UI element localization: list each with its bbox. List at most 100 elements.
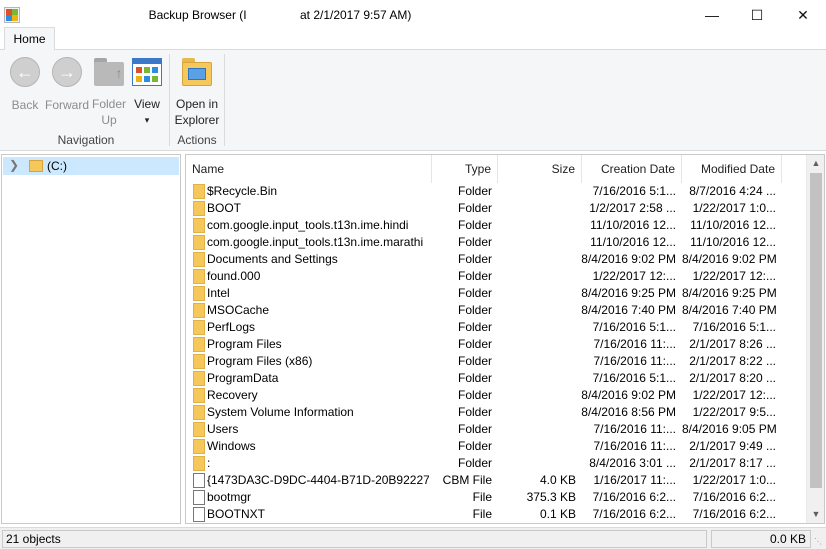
row-name: System Volume Information [207,405,354,419]
column-header-type[interactable]: Type [432,155,498,183]
row-creation-date: 7/16/2016 11:... [593,439,676,453]
row-name: BOOT [207,201,242,215]
folder-icon [193,439,205,454]
row-modified-date: 2/1/2017 8:22 ... [689,354,776,368]
row-creation-date: 1/16/2017 11:... [593,473,676,487]
folder-icon [193,371,205,386]
table-row[interactable]: Program Files (x86) Folder 7/16/2016 11:..… [186,353,806,370]
row-size [498,353,576,370]
folder-up-label-1: Folder [91,97,126,111]
row-modified-date: 1/22/2017 12:... [692,269,776,283]
folder-icon [193,269,205,284]
row-modified-date: 2/1/2017 8:17 ... [689,456,776,470]
column-header-name[interactable]: Name [186,155,432,183]
folder-icon [193,286,205,301]
row-size [498,217,576,234]
tab-home[interactable]: Home [4,27,55,51]
folder-icon [193,303,205,318]
scroll-thumb[interactable] [810,173,822,488]
row-name: PerfLogs [207,320,256,334]
group-separator [224,54,225,146]
row-name: $Recycle.Bin [207,184,278,198]
table-row[interactable]: Windows Folder 7/16/2016 11:... 2/1/2017 9:… [186,438,806,455]
folder-icon [193,320,205,335]
file-rows: $Recycle.Bin Folder 7/16/2016 5:1... 8/7/20… [186,183,806,523]
table-row[interactable]: bootmgr File 375.3 KB 7/16/2016 6:2... 7/16/… [186,489,806,506]
row-name: ProgramData [207,371,279,385]
row-name: Documents and Settings [207,252,338,266]
table-row[interactable]: PerfLogs Folder 7/16/2016 5:1... 7/16/2016 … [186,319,806,336]
column-header-size[interactable]: Size [498,155,582,183]
tree-item-c-drive[interactable]: ❯ (C:) [3,157,179,175]
row-modified-date: 11/10/2016 12... [690,235,776,249]
row-size [498,319,576,336]
column-header-creation-date[interactable]: Creation Date [582,155,682,183]
tree-item-label: (C:) [47,159,67,173]
table-row[interactable]: : Folder 8/4/2016 3:01 ... 2/1/2017 8:17 ..… [186,455,806,472]
row-size [498,455,576,472]
row-type: Folder [457,252,492,266]
row-creation-date: 1/22/2017 12:... [592,269,676,283]
row-size [498,285,576,302]
table-row[interactable]: com.google.input_tools.t13n.ime.hindi Fol… [186,217,806,234]
row-creation-date: 7/16/2016 11:... [593,422,676,436]
chevron-right-icon[interactable]: ❯ [9,158,19,172]
ribbon: ← Back → Forward ↑ Folder Up View ▾ Open… [0,50,826,151]
row-modified-date: 7/16/2016 6:2... [692,490,776,504]
table-row[interactable]: System Volume Information Folder 8/4/2016 … [186,404,806,421]
row-modified-date: 7/16/2016 5:1... [692,320,776,334]
row-type: Folder [457,320,492,334]
table-row[interactable]: found.000 Folder 1/22/2017 12:... 1/22/2017… [186,268,806,285]
table-row[interactable]: Intel Folder 8/4/2016 9:25 PM 8/4/2016 9:25… [186,285,806,302]
row-modified-date: 2/1/2017 9:49 ... [689,439,776,453]
navigation-group-label: Navigation [57,133,115,147]
forward-label: Forward [44,98,89,112]
scroll-up-icon[interactable]: ▲ [807,155,824,172]
table-row[interactable]: Program Files Folder 7/16/2016 11:... 2/1/2… [186,336,806,353]
open-in-explorer-button[interactable]: Open in Explorer [174,56,220,128]
table-row[interactable]: MSOCache Folder 8/4/2016 7:40 PM 8/4/2016 7… [186,302,806,319]
table-row[interactable]: BOOT Folder 1/2/2017 2:58 ... 1/22/2017 1:0… [186,200,806,217]
folder-icon [29,160,43,172]
folder-icon [193,235,205,250]
table-row[interactable]: ProgramData Folder 7/16/2016 5:1... 2/1/201… [186,370,806,387]
row-name: bootmgr [207,490,252,504]
table-row[interactable]: Recovery Folder 8/4/2016 9:02 PM 1/22/2017 … [186,387,806,404]
row-type: Folder [457,371,492,385]
row-creation-date: 8/4/2016 9:02 PM [581,252,676,266]
column-header-modified-date[interactable]: Modified Date [682,155,782,183]
folder-up-label-2: Up [101,113,117,127]
row-modified-date: 11/10/2016 12... [690,218,776,232]
folder-icon [193,201,205,216]
folder-tree[interactable]: ❯ (C:) [1,154,181,524]
row-modified-date: 1/22/2017 1:0... [692,473,776,487]
window-title: Backup Browser (I at 2/1/2017 9:57 AM) [148,8,412,22]
resize-grip-icon[interactable]: ⋱ [814,537,824,547]
row-name: found.000 [207,269,261,283]
view-button[interactable]: View ▾ [129,56,165,128]
table-row[interactable]: {1473DA3C-D9DC-4404-B71D-20B922271... CBM… [186,472,806,489]
row-creation-date: 7/16/2016 5:1... [592,184,676,198]
row-creation-date: 8/4/2016 8:56 PM [581,405,676,419]
row-size [498,251,576,268]
status-bar: 21 objects 0.0 KB ⋱ [0,527,826,549]
folder-up-button[interactable]: ↑ Folder Up [91,56,127,128]
row-type: Folder [457,184,492,198]
table-row[interactable]: Documents and Settings Folder 8/4/2016 9:0… [186,251,806,268]
forward-button[interactable]: → Forward [44,56,90,113]
row-type: File [472,490,492,504]
row-modified-date: 7/16/2016 6:2... [692,507,776,521]
table-row[interactable]: BOOTNXT File 0.1 KB 7/16/2016 6:2... 7/16/20… [186,506,806,523]
table-row[interactable]: $Recycle.Bin Folder 7/16/2016 5:1... 8/7/20… [186,183,806,200]
table-row[interactable]: com.google.input_tools.t13n.ime.marathi F… [186,234,806,251]
row-modified-date: 1/22/2017 12:... [692,388,776,402]
scroll-down-icon[interactable]: ▼ [807,506,824,523]
vertical-scrollbar[interactable]: ▲ ▼ [806,155,824,523]
table-row[interactable]: Users Folder 7/16/2016 11:... 8/4/2016 9:05… [186,421,806,438]
folder-icon [193,422,205,437]
folder-icon [193,388,205,403]
row-creation-date: 7/16/2016 6:2... [592,490,676,504]
back-button[interactable]: ← Back [8,56,42,113]
file-list[interactable]: Name Type Size Creation Date Modified Da… [185,154,825,524]
row-modified-date: 8/7/2016 4:24 ... [689,184,776,198]
